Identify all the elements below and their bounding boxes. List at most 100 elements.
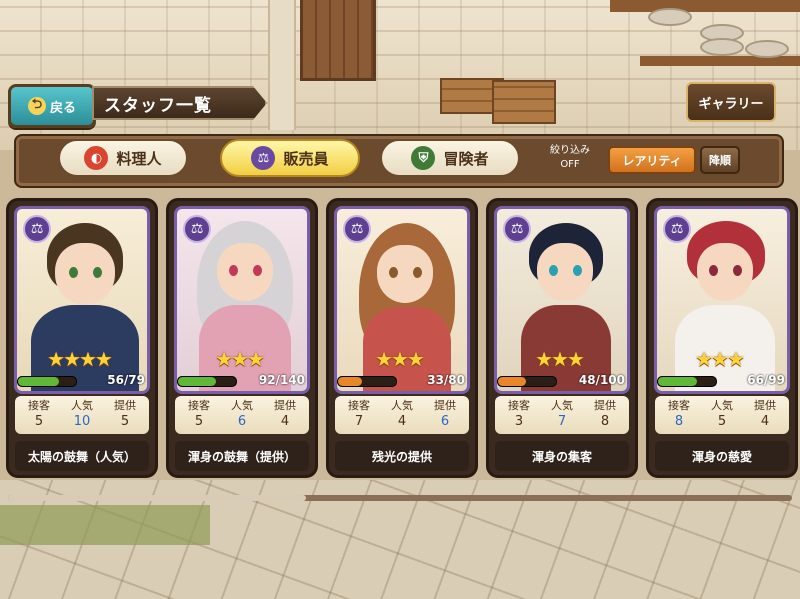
- stat-value-supply: 4: [280, 414, 290, 429]
- rarity-stars: ★★★★: [47, 347, 113, 371]
- stat-value-popularity: 5: [717, 414, 727, 429]
- eye: [229, 265, 238, 276]
- gallery-label: ギャラリー: [698, 96, 764, 112]
- stat-value-popularity: 7: [557, 414, 567, 429]
- stat-supply: 提供 4: [743, 398, 787, 430]
- stat-service: 接客 8: [657, 398, 701, 430]
- sort-rarity-button[interactable]: レアリティ: [608, 146, 696, 174]
- face: [697, 243, 753, 301]
- stat-panel: 接客 3 人気 7 提供 8: [495, 396, 629, 434]
- staff-card[interactable]: ⚖ ★★★ 92/140 接客 5 人気 6 提供 4 渾身の鼓舞（提供）: [166, 198, 318, 478]
- stat-popularity: 人気 10: [60, 398, 104, 430]
- eye: [549, 265, 558, 276]
- stat-panel: 接客 7 人気 4 提供 6: [335, 396, 469, 434]
- face: [537, 243, 593, 301]
- stat-popularity: 人気 6: [220, 398, 264, 430]
- face: [377, 245, 433, 303]
- stamina-text: 92/140: [258, 373, 305, 387]
- scales-icon: ⚖: [503, 215, 531, 243]
- tab-sales-label: 販売員: [283, 149, 329, 168]
- order-button[interactable]: 降順: [700, 146, 740, 174]
- scales-icon: ⚖: [23, 215, 51, 243]
- eye: [69, 267, 78, 278]
- wooden-door: [300, 0, 376, 81]
- stat-value-supply: 5: [120, 414, 130, 429]
- rarity-stars: ★★★: [215, 347, 265, 371]
- stat-popularity: 人気 4: [380, 398, 424, 430]
- scales-icon: ⚖: [251, 146, 276, 170]
- face: [217, 243, 273, 301]
- sort-rarity-label: レアリティ: [622, 153, 682, 168]
- stat-label-service: 接客: [28, 399, 50, 412]
- stamina-row: 92/140: [177, 373, 305, 387]
- staff-card[interactable]: ⚖ ★★★ 66/99 接客 8 人気 5 提供 4 渾身の慈愛: [646, 198, 798, 478]
- scales-icon: ⚖: [663, 215, 691, 243]
- staff-card[interactable]: ⚖ ★★★★ 56/79 接客 5 人気 10 提供 5 太陽の鼓舞（人気）: [6, 198, 158, 478]
- stamina-bar: [497, 376, 557, 387]
- page-title-plate: スタッフ一覧: [92, 86, 267, 120]
- back-button[interactable]: ⮌ 戻る: [8, 84, 96, 128]
- narrow-label: 絞り込み: [550, 145, 590, 156]
- stamina-fill: [338, 377, 362, 386]
- eye: [93, 267, 102, 278]
- upper-shelf: [610, 0, 800, 12]
- tab-chef[interactable]: ◐ 料理人: [58, 139, 188, 177]
- eye: [573, 265, 582, 276]
- stat-label-service: 接客: [508, 399, 530, 412]
- sort-controls: 絞り込み OFF レアリティ 降順: [534, 140, 778, 176]
- stat-value-service: 5: [34, 414, 44, 429]
- stat-value-supply: 4: [760, 414, 770, 429]
- scrollbar-thumb[interactable]: [8, 495, 306, 501]
- stat-label-supply: 提供: [594, 399, 616, 412]
- stat-label-popularity: 人気: [711, 399, 733, 412]
- stamina-row: 56/79: [17, 373, 145, 387]
- stamina-text: 33/80: [427, 373, 465, 387]
- stat-value-popularity: 6: [237, 414, 247, 429]
- tab-adventurer[interactable]: ⛨ 冒険者: [380, 139, 520, 177]
- stat-service: 接客 7: [337, 398, 381, 430]
- face: [55, 243, 115, 305]
- plate-icon: [700, 38, 744, 56]
- tab-chef-label: 料理人: [116, 149, 162, 168]
- rarity-stars: ★★★: [695, 347, 745, 371]
- stat-service: 接客 3: [497, 398, 541, 430]
- stat-label-service: 接客: [188, 399, 210, 412]
- stat-label-supply: 提供: [434, 399, 456, 412]
- staff-card[interactable]: ⚖ ★★★ 33/80 接客 7 人気 4 提供 6 残光の提供: [326, 198, 478, 478]
- stat-label-service: 接客: [668, 399, 690, 412]
- stat-value-popularity: 4: [397, 414, 407, 429]
- rarity-stars: ★★★: [535, 347, 585, 371]
- stat-panel: 接客 5 人気 10 提供 5: [15, 396, 149, 434]
- staff-card[interactable]: ⚖ ★★★ 48/100 接客 3 人気 7 提供 8 渾身の集客: [486, 198, 638, 478]
- gallery-button[interactable]: ギャラリー: [686, 82, 776, 122]
- page-title: スタッフ一覧: [104, 95, 212, 116]
- vegetable-crate: [492, 80, 556, 124]
- stamina-fill: [498, 377, 526, 386]
- stamina-row: 66/99: [657, 373, 785, 387]
- staff-card-list: ⚖ ★★★★ 56/79 接客 5 人気 10 提供 5 太陽の鼓舞（人気） ⚖…: [0, 198, 800, 478]
- skill-name: 渾身の鼓舞（提供）: [175, 441, 309, 471]
- narrow-filter-toggle[interactable]: 絞り込み OFF: [534, 144, 606, 176]
- eye: [413, 267, 422, 278]
- stamina-fill: [178, 377, 217, 386]
- eye: [389, 267, 398, 278]
- grass-patch: [0, 505, 210, 545]
- stat-service: 接客 5: [17, 398, 61, 430]
- tab-sales[interactable]: ⚖ 販売員: [220, 139, 360, 177]
- back-label: 戻る: [49, 100, 76, 116]
- skill-name: 太陽の鼓舞（人気）: [15, 441, 149, 471]
- stat-value-supply: 6: [440, 414, 450, 429]
- stat-value-service: 5: [194, 414, 204, 429]
- stat-supply: 提供 4: [263, 398, 307, 430]
- stamina-row: 33/80: [337, 373, 465, 387]
- stamina-fill: [658, 377, 697, 386]
- order-label: 降順: [709, 154, 731, 167]
- narrow-state: OFF: [560, 159, 580, 170]
- stamina-row: 48/100: [497, 373, 625, 387]
- horizontal-scrollbar[interactable]: [8, 495, 792, 501]
- stat-label-supply: 提供: [754, 399, 776, 412]
- chef-icon: ◐: [84, 146, 109, 170]
- stat-label-supply: 提供: [114, 399, 136, 412]
- plate-icon: [745, 40, 789, 58]
- eye: [733, 265, 742, 276]
